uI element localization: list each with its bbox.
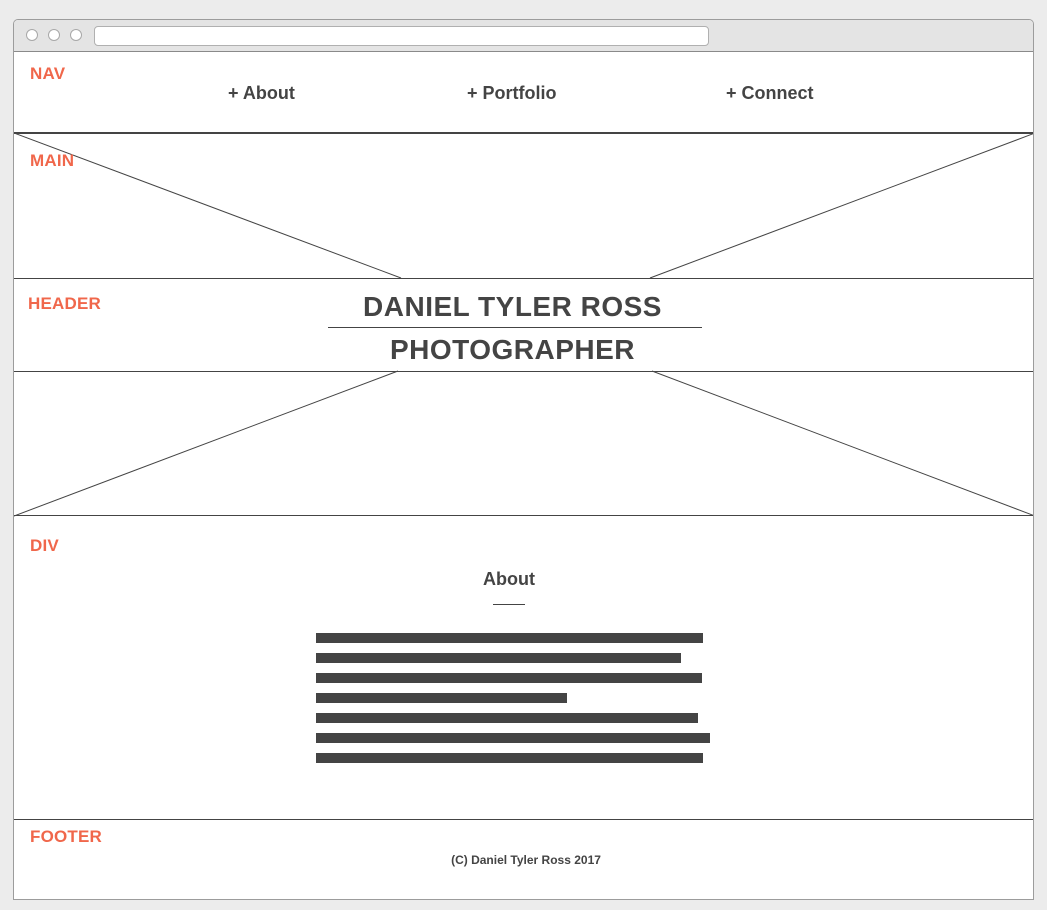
- footer-top-border: [14, 819, 1033, 820]
- text-placeholder-line: [316, 693, 567, 703]
- section-label-main: MAIN: [30, 151, 75, 170]
- window-minimize-button[interactable]: [48, 29, 60, 41]
- window-close-button[interactable]: [26, 29, 38, 41]
- header-bottom-border: [14, 371, 1033, 372]
- section-label-footer: FOOTER: [30, 827, 103, 846]
- section-label-nav: NAV: [30, 64, 66, 83]
- nav-link-about[interactable]: + About: [228, 83, 295, 104]
- nav-link-portfolio[interactable]: + Portfolio: [467, 83, 557, 104]
- placeholder-line-bottom-left: [14, 370, 399, 517]
- header-top-border: [14, 278, 1033, 279]
- text-placeholder-line: [316, 673, 702, 683]
- text-placeholder-line: [316, 653, 681, 663]
- text-placeholder-line: [316, 753, 703, 763]
- footer-copyright: (C) Daniel Tyler Ross 2017: [451, 853, 601, 867]
- header-role: PHOTOGRAPHER: [389, 334, 636, 365]
- placeholder-line-bottom-right: [651, 370, 1033, 516]
- address-bar[interactable]: [94, 26, 709, 46]
- header-name: DANIEL TYLER ROSS: [363, 291, 662, 322]
- main-bottom-border: [14, 515, 1033, 516]
- main-image-placeholder: [14, 133, 1033, 517]
- browser-window: NAV + About + Portfolio + Connect MAIN H…: [13, 19, 1034, 900]
- nav-link-connect[interactable]: + Connect: [726, 83, 814, 104]
- browser-titlebar: [14, 20, 1033, 52]
- placeholder-line-top-right: [649, 133, 1033, 279]
- section-label-div: DIV: [30, 536, 59, 555]
- text-placeholder-line: [316, 633, 703, 643]
- window-maximize-button[interactable]: [70, 29, 82, 41]
- header-title-divider: [328, 327, 702, 328]
- about-heading-underline: [493, 604, 525, 605]
- about-heading: About: [483, 569, 535, 589]
- text-placeholder-line: [316, 713, 698, 723]
- text-placeholder-line: [316, 733, 710, 743]
